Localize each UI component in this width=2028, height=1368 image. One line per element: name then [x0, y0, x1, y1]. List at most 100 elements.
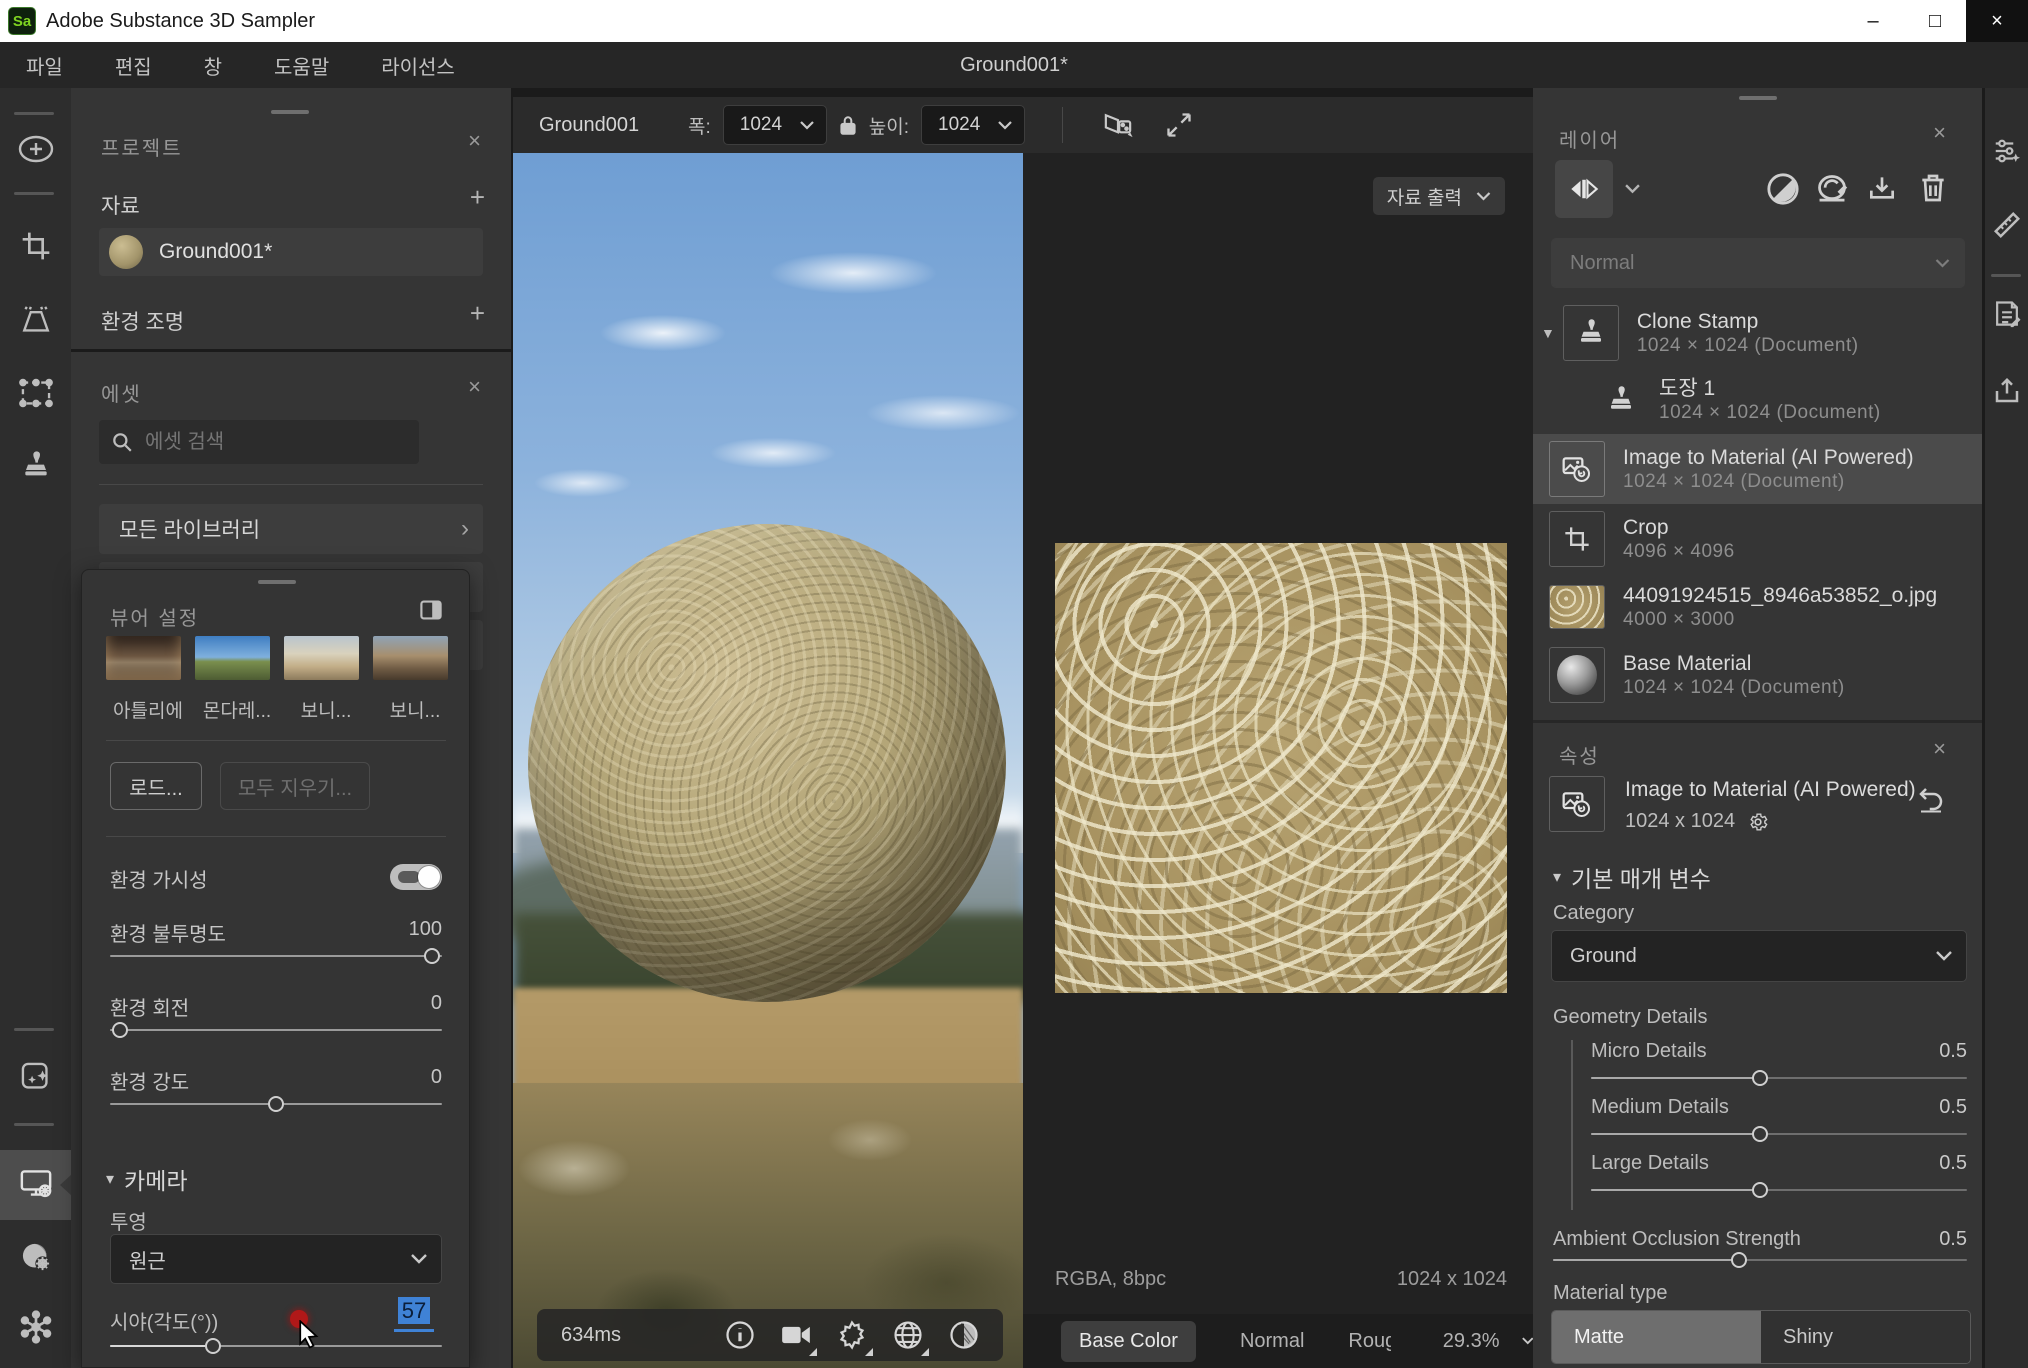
properties-close-icon[interactable]: × — [1933, 738, 1946, 760]
env-preset-mondare[interactable] — [195, 636, 270, 680]
add-material-icon[interactable] — [17, 134, 55, 164]
library-row-all[interactable]: 모든 라이브러리 › — [99, 504, 483, 554]
add-material-button[interactable]: + — [470, 184, 485, 210]
env-preset-atelier[interactable] — [106, 636, 181, 680]
projection-dropdown[interactable]: 원근 — [110, 1234, 442, 1284]
layer-row-clone-stamp[interactable]: ▼ Clone Stamp 1024 × 1024 (Document) — [1533, 300, 1982, 366]
ai-generate-icon[interactable] — [19, 1060, 53, 1094]
chevron-down-icon[interactable] — [1522, 1336, 1534, 1346]
info-icon[interactable] — [723, 1318, 757, 1352]
menu-file[interactable]: 파일 — [0, 42, 89, 88]
chevron-down-icon[interactable] — [1625, 184, 1640, 194]
crop-tool-icon[interactable] — [20, 230, 52, 262]
layer-row-crop[interactable]: Crop 4096 × 4096 — [1533, 506, 1982, 572]
material-output-dropdown[interactable]: 자료 출력 — [1373, 177, 1505, 215]
texture-preview[interactable] — [1055, 543, 1507, 993]
display-mode-globe-icon[interactable] — [891, 1318, 925, 1352]
layer-row-base-material[interactable]: Base Material 1024 × 1024 (Document) — [1533, 642, 1982, 708]
minimize-button[interactable]: – — [1842, 0, 1904, 42]
matte-option[interactable]: Matte — [1552, 1311, 1761, 1363]
maximize-button[interactable]: □ — [1904, 0, 1966, 42]
height-dropdown[interactable]: 1024 — [921, 105, 1025, 145]
env-preset-boni2[interactable] — [373, 636, 448, 680]
duplicate-view-icon[interactable] — [1101, 110, 1135, 140]
layer-row-stamp-1[interactable]: 도장 1 1024 × 1024 (Document) — [1533, 368, 1982, 432]
search-input[interactable] — [145, 431, 395, 454]
perspective-tool-icon[interactable] — [19, 304, 53, 336]
env-visibility-toggle[interactable] — [390, 864, 442, 890]
blend-preview-button[interactable] — [1555, 160, 1613, 218]
panel-drag-handle[interactable] — [271, 110, 309, 114]
micro-details-slider[interactable] — [1591, 1070, 1967, 1086]
width-dropdown[interactable]: 1024 — [723, 105, 827, 145]
camera-icon[interactable] — [779, 1318, 813, 1352]
expander-icon[interactable]: ▼ — [1541, 325, 1555, 341]
filters-icon[interactable] — [1992, 136, 2022, 166]
layers-close-icon[interactable]: × — [1933, 122, 1946, 144]
panel-drag-handle[interactable] — [258, 580, 296, 584]
env-rotation-slider[interactable] — [110, 1022, 442, 1038]
environment-settings-icon[interactable] — [19, 1240, 53, 1274]
delete-layer-icon[interactable] — [1918, 172, 1948, 204]
menu-edit[interactable]: 편집 — [89, 42, 178, 88]
slider-thumb[interactable] — [1752, 1126, 1768, 1142]
render-sphere-icon[interactable] — [947, 1318, 981, 1352]
settings-gear-icon[interactable] — [1747, 811, 1769, 833]
env-opacity-slider[interactable] — [110, 948, 442, 964]
project-close-icon[interactable]: × — [468, 130, 481, 152]
clone-stamp-tool-icon[interactable] — [20, 450, 52, 482]
close-button[interactable]: × — [1966, 0, 2028, 42]
import-layer-icon[interactable] — [1866, 172, 1898, 204]
slider-thumb[interactable] — [112, 1022, 128, 1038]
tab-base-color[interactable]: Base Color — [1061, 1321, 1196, 1362]
material-row[interactable]: Ground001* — [99, 228, 483, 276]
tab-normal[interactable]: Normal — [1240, 1330, 1304, 1353]
viewport-2d[interactable]: 자료 출력 RGBA, 8bpc 1024 x 1024 Base Color … — [1023, 153, 1533, 1368]
menu-window[interactable]: 창 — [178, 42, 248, 88]
clear-all-button[interactable]: 모두 지우기... — [220, 762, 370, 810]
chevron-down-icon[interactable]: ▾ — [106, 1169, 114, 1189]
zoom-level[interactable]: 29.3% — [1443, 1330, 1500, 1353]
material-preview-sphere[interactable] — [528, 524, 1006, 1002]
mask-icon[interactable] — [1766, 172, 1800, 206]
panel-drag-handle[interactable] — [1739, 96, 1777, 100]
slider-thumb[interactable] — [1752, 1070, 1768, 1086]
slider-thumb[interactable] — [1752, 1182, 1768, 1198]
share-export-icon[interactable] — [1992, 376, 2022, 406]
blend-mode-dropdown[interactable]: Normal — [1551, 238, 1965, 288]
viewport-3d[interactable] — [513, 153, 1023, 1368]
slider-thumb[interactable] — [268, 1096, 284, 1112]
menu-license[interactable]: 라이선스 — [355, 42, 481, 88]
panel-layout-icon[interactable] — [419, 598, 443, 622]
add-environment-button[interactable]: + — [470, 300, 485, 326]
category-dropdown[interactable]: Ground — [1551, 930, 1967, 982]
reset-icon[interactable] — [1916, 784, 1946, 814]
env-intensity-slider[interactable] — [110, 1096, 442, 1112]
chevron-down-icon[interactable]: ▾ — [1553, 867, 1561, 887]
fullscreen-icon[interactable] — [1165, 111, 1193, 139]
large-details-slider[interactable] — [1591, 1182, 1967, 1198]
flatten-layer-icon[interactable] — [1814, 172, 1850, 206]
viewer-settings-tool-active[interactable] — [0, 1150, 71, 1220]
medium-details-slider[interactable] — [1591, 1126, 1967, 1142]
fov-value-field[interactable]: 57 — [394, 1298, 434, 1332]
slider-thumb[interactable] — [205, 1338, 221, 1354]
layer-row-image-to-material[interactable]: Image to Material (AI Powered) 1024 × 10… — [1533, 434, 1982, 504]
menu-help[interactable]: 도움말 — [248, 42, 355, 88]
asset-search-box[interactable] — [99, 420, 419, 464]
slider-thumb[interactable] — [1731, 1252, 1747, 1268]
tab-roughness[interactable]: Rough — [1348, 1330, 1390, 1353]
shiny-option[interactable]: Shiny — [1761, 1311, 1970, 1363]
slider-thumb[interactable] — [424, 948, 440, 964]
env-preset-boni1[interactable] — [284, 636, 359, 680]
fov-slider[interactable] — [110, 1338, 442, 1354]
physical-size-icon[interactable] — [1992, 210, 2022, 240]
assets-close-icon[interactable]: × — [468, 376, 481, 398]
ao-strength-slider[interactable] — [1553, 1252, 1967, 1268]
node-graph-icon[interactable] — [19, 1310, 53, 1344]
lock-icon[interactable] — [839, 114, 857, 136]
notes-icon[interactable] — [1992, 300, 2022, 332]
layer-row-source-image[interactable]: 44091924515_8946a53852_o.jpg 4000 × 3000 — [1533, 574, 1982, 640]
transform-tool-icon[interactable] — [19, 378, 53, 408]
load-environment-button[interactable]: 로드... — [110, 762, 202, 810]
